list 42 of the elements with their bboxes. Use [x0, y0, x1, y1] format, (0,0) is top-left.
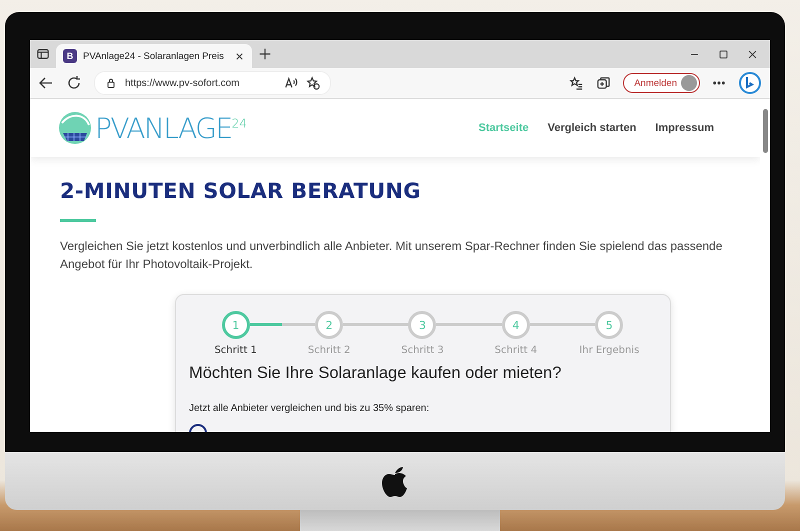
url-text: https://www.pv-sofort.com — [125, 78, 240, 88]
collections-icon[interactable] — [596, 76, 612, 90]
back-icon[interactable] — [38, 75, 54, 91]
step-circle[interactable]: 1 — [222, 311, 250, 339]
logo-icon — [380, 464, 410, 498]
avatar-icon — [681, 75, 697, 91]
step-circle[interactable]: 5 — [595, 311, 624, 339]
step-label: Schritt 2 — [308, 345, 350, 356]
tab-title: PVAnlage24 - Solaranlagen Preis — [83, 50, 225, 62]
step-label: Schritt 4 — [494, 345, 538, 356]
page-heading: 2-MINUTEN SOLAR BERATUNG — [60, 179, 422, 203]
favorites-icon[interactable] — [569, 76, 584, 90]
nav-link[interactable]: Vergleich starten — [548, 122, 636, 134]
browser-tab[interactable]: B PVAnlage24 - Solaranlagen Preis — [56, 44, 252, 68]
solar-globe-logo-icon — [58, 111, 92, 145]
step-circle[interactable]: 3 — [408, 311, 436, 339]
copilot-icon[interactable] — [738, 71, 762, 95]
nav-link[interactable]: Impressum — [655, 122, 714, 134]
sign-in-button[interactable]: Anmelden — [623, 73, 700, 93]
hint-text: Jetzt alle Anbieter vergleichen und bis zu 35% sparen: — [189, 403, 430, 414]
intro-text: Vergleichen Sie jetzt kostenlos und unverbindlich alle Anbieter. Mit unserem Spar-Rechner finden Sie spielend das passende Angebot für Ihr Photovoltaik-Projekt. — [60, 238, 724, 273]
heading-underline — [60, 219, 96, 222]
new-tab-icon[interactable] — [258, 47, 272, 61]
scrollbar-thumb[interactable] — [763, 109, 768, 153]
question-text: Möchten Sie Ihre Solaranlage kaufen oder mieten? — [189, 364, 562, 383]
address-bar[interactable]: https://www.pv-sofort.com — [94, 71, 331, 95]
sidebar-icon[interactable] — [36, 47, 50, 61]
close-icon[interactable] — [747, 48, 758, 60]
read-aloud-icon[interactable] — [284, 76, 298, 90]
logo-text[interactable]: PVANLAGE$^{24}$ — [95, 112, 247, 144]
close-icon[interactable] — [234, 50, 245, 62]
step-label: Schritt 3 — [401, 345, 444, 356]
reload-icon[interactable] — [66, 75, 82, 91]
step-label: Ihr Ergebnis — [579, 345, 640, 356]
star-plus-icon[interactable] — [306, 76, 320, 90]
step-circle[interactable]: 2 — [315, 311, 344, 339]
step-label: Schritt 1 — [214, 345, 257, 356]
favicon: B — [63, 49, 77, 63]
step-circle[interactable]: 4 — [502, 311, 530, 339]
maximize-icon[interactable] — [718, 48, 729, 60]
lock-icon — [105, 77, 117, 89]
nav-link[interactable]: Startseite — [478, 122, 529, 134]
